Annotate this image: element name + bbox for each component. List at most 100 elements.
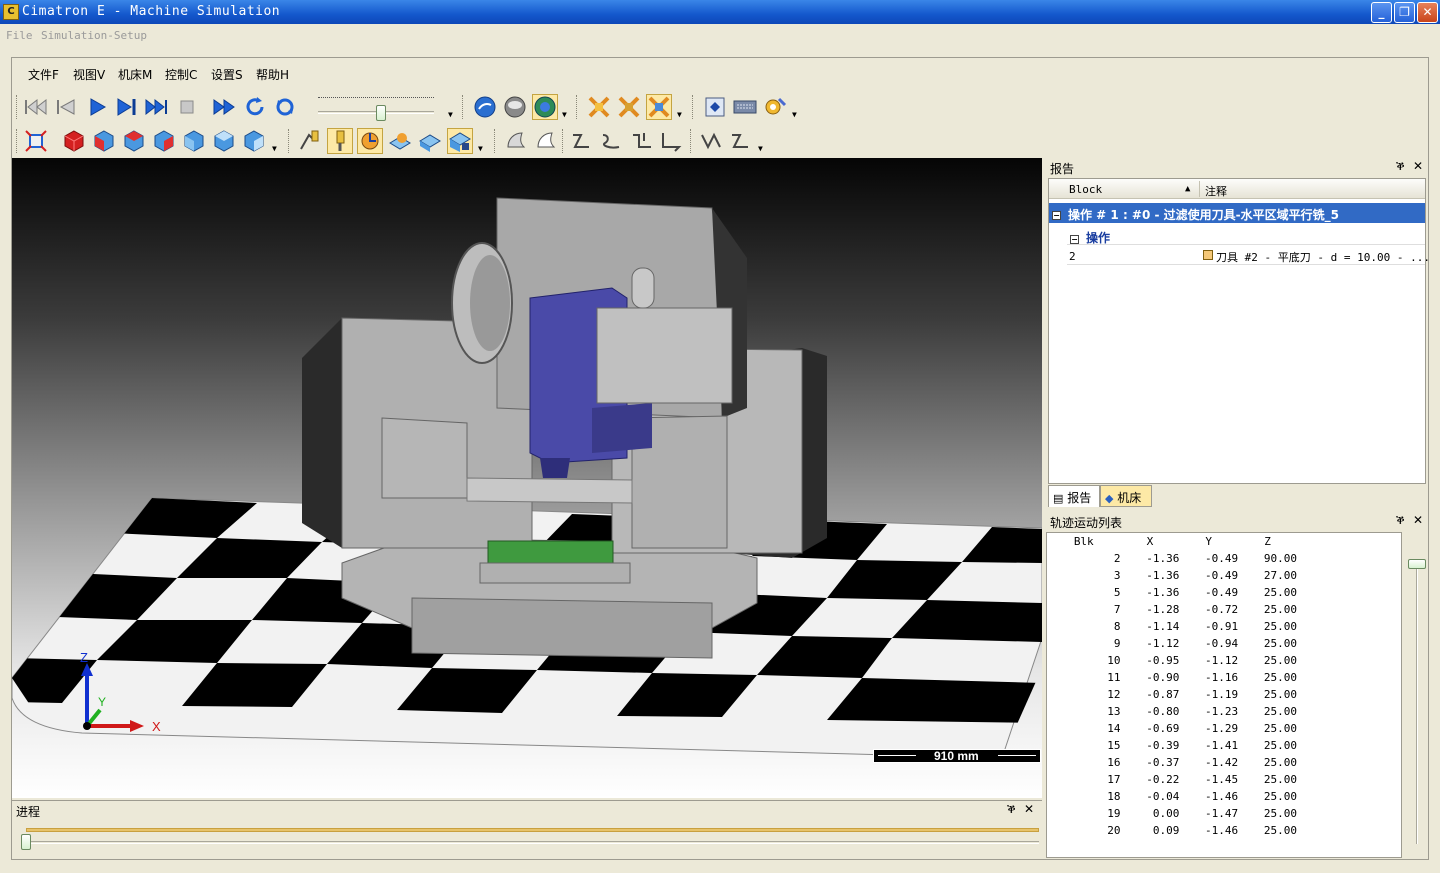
skip-to-start-icon[interactable] xyxy=(23,94,49,120)
toolbar-grip[interactable] xyxy=(288,129,291,153)
toolbar-grip[interactable] xyxy=(576,95,579,119)
close-pane-icon[interactable]: ✕ xyxy=(1413,513,1423,527)
operation-subrow[interactable]: − 操作 xyxy=(1067,227,1425,245)
trace-4-icon[interactable] xyxy=(659,128,685,154)
report-row[interactable]: 2 刀具 #2 - 平底刀 - d = 10.00 - ... xyxy=(1067,247,1430,265)
motion-list[interactable]: Blk X Y Z 2 -1.36 -0.49 90.00 3 -1.36 -0.49 27.… xyxy=(1046,532,1402,858)
table-row[interactable]: 3 -1.36 -0.49 27.00 xyxy=(1047,567,1297,584)
table-row[interactable]: 8 -1.14 -0.91 25.00 xyxy=(1047,618,1297,635)
menu-control[interactable]: 控制C xyxy=(165,66,197,83)
dropdown-arrow-icon[interactable]: ▼ xyxy=(677,110,682,119)
dropdown-arrow-icon[interactable]: ▼ xyxy=(792,110,797,119)
table-row[interactable]: 19 0.00 -1.47 25.00 xyxy=(1047,805,1297,822)
table-row[interactable]: 2 -1.36 -0.49 90.00 xyxy=(1047,550,1297,567)
menu-machine[interactable]: 机床M xyxy=(118,66,152,83)
table-row[interactable]: 9 -1.12 -0.94 25.00 xyxy=(1047,635,1297,652)
tool-path-icon[interactable] xyxy=(297,128,323,154)
view-cube-front-icon[interactable] xyxy=(91,128,117,154)
view-cube-iso-icon[interactable] xyxy=(241,128,267,154)
fit-view-icon[interactable] xyxy=(23,128,49,154)
menu-file[interactable]: File xyxy=(6,29,33,42)
table-row[interactable]: 17 -0.22 -1.45 25.00 xyxy=(1047,771,1297,788)
speed-slider[interactable] xyxy=(316,95,434,121)
table-row[interactable]: 5 -1.36 -0.49 25.00 xyxy=(1047,584,1297,601)
report-tree[interactable]: Block ▲ 注释 − 操作 # 1 : #0 - 过滤使用刀具-水平区域平行… xyxy=(1048,178,1430,484)
machine-setup-icon[interactable] xyxy=(702,94,728,120)
view-cube-right-icon[interactable] xyxy=(151,128,177,154)
toolbar-grip[interactable] xyxy=(562,129,565,153)
table-row[interactable]: 11 -0.90 -1.16 25.00 xyxy=(1047,669,1297,686)
view-cube-red-icon[interactable] xyxy=(61,128,87,154)
collapse-icon[interactable]: − xyxy=(1070,235,1079,244)
menu-simulation-setup[interactable]: Simulation-Setup xyxy=(41,29,147,42)
rewind-cycle-icon[interactable] xyxy=(242,94,268,120)
step-forward-icon[interactable] xyxy=(114,94,140,120)
table-row[interactable]: 13 -0.80 -1.23 25.00 xyxy=(1047,703,1297,720)
dropdown-arrow-icon[interactable]: ▼ xyxy=(448,110,453,119)
simulation-viewport[interactable]: Z Y X 910 mm xyxy=(12,158,1042,798)
dropdown-arrow-icon[interactable]: ▼ xyxy=(758,144,763,153)
progress-slider-thumb[interactable] xyxy=(21,834,31,850)
maximize-button[interactable]: ❐ xyxy=(1394,2,1415,23)
pin-icon[interactable]: ቕ xyxy=(1396,513,1405,528)
trace-1-icon[interactable] xyxy=(569,128,595,154)
dropdown-arrow-icon[interactable]: ▼ xyxy=(272,144,277,153)
operation-row[interactable]: − 操作 # 1 : #0 - 过滤使用刀具-水平区域平行铣_5 xyxy=(1049,203,1425,223)
trace-2-icon[interactable] xyxy=(599,128,625,154)
skip-to-end-icon[interactable] xyxy=(144,94,170,120)
table-row[interactable]: 20 0.09 -1.46 25.00 xyxy=(1047,822,1297,839)
step-back-icon[interactable] xyxy=(53,94,79,120)
trace-3-icon[interactable] xyxy=(629,128,655,154)
fast-forward-icon[interactable] xyxy=(212,94,238,120)
globe-icon[interactable] xyxy=(532,94,558,120)
table-row[interactable]: 7 -1.28 -0.72 25.00 xyxy=(1047,601,1297,618)
toolbar-grip[interactable] xyxy=(16,129,19,153)
menu-file-cn[interactable]: 文件F xyxy=(28,66,59,83)
table-row[interactable]: 15 -0.39 -1.41 25.00 xyxy=(1047,737,1297,754)
close-pane-icon[interactable]: ✕ xyxy=(1024,802,1034,816)
trace-6-icon[interactable] xyxy=(728,128,754,154)
tab-machine[interactable]: ◆ 机床 xyxy=(1100,485,1152,507)
collision-check-icon[interactable] xyxy=(616,94,642,120)
pin-icon[interactable]: ቕ xyxy=(1396,159,1405,174)
table-row[interactable]: 12 -0.87 -1.19 25.00 xyxy=(1047,686,1297,703)
close-button[interactable]: ✕ xyxy=(1417,2,1438,23)
play-icon[interactable] xyxy=(84,94,110,120)
collision-highlight-icon[interactable] xyxy=(646,94,672,120)
toolbar-grip[interactable] xyxy=(494,129,497,153)
view-cube-top-icon[interactable] xyxy=(121,128,147,154)
view-mode-icon[interactable] xyxy=(472,94,498,120)
sphere-icon[interactable] xyxy=(502,94,528,120)
pin-icon[interactable]: ቕ xyxy=(1007,802,1016,817)
tool-holder-icon[interactable] xyxy=(357,128,383,154)
table-row[interactable]: 16 -0.37 -1.42 25.00 xyxy=(1047,754,1297,771)
minimize-button[interactable]: _ xyxy=(1371,2,1392,23)
trace-5-icon[interactable] xyxy=(698,128,724,154)
scroll-thumb[interactable] xyxy=(1408,559,1426,569)
collapse-icon[interactable]: − xyxy=(1052,211,1061,220)
tool-icon[interactable] xyxy=(327,128,353,154)
menu-view[interactable]: 视图V xyxy=(73,66,105,83)
toolbar-grip[interactable] xyxy=(692,95,695,119)
tools-settings-icon[interactable] xyxy=(762,94,788,120)
motion-scrollbar[interactable] xyxy=(1406,554,1428,854)
col-note-header[interactable]: 注释 xyxy=(1205,183,1227,199)
toolbar-grip[interactable] xyxy=(462,95,465,119)
view-cube-left-icon[interactable] xyxy=(181,128,207,154)
part-icon[interactable] xyxy=(417,128,443,154)
progress-slider-track[interactable] xyxy=(26,841,1039,844)
close-pane-icon[interactable]: ✕ xyxy=(1413,159,1423,173)
dropdown-arrow-icon[interactable]: ▼ xyxy=(562,110,567,119)
machine-icon[interactable] xyxy=(447,128,473,154)
tab-report[interactable]: ▤ 报告 xyxy=(1048,485,1100,507)
col-block-header[interactable]: Block xyxy=(1069,183,1102,196)
keyboard-icon[interactable] xyxy=(732,94,758,120)
stock-icon[interactable] xyxy=(387,128,413,154)
wire-icon[interactable] xyxy=(533,128,559,154)
toolbar-grip[interactable] xyxy=(690,129,693,153)
toolbar-grip[interactable] xyxy=(16,95,19,119)
menu-help[interactable]: 帮助H xyxy=(256,66,289,83)
view-cube-back-icon[interactable] xyxy=(211,128,237,154)
loop-icon[interactable] xyxy=(272,94,298,120)
menu-settings[interactable]: 设置S xyxy=(211,66,243,83)
